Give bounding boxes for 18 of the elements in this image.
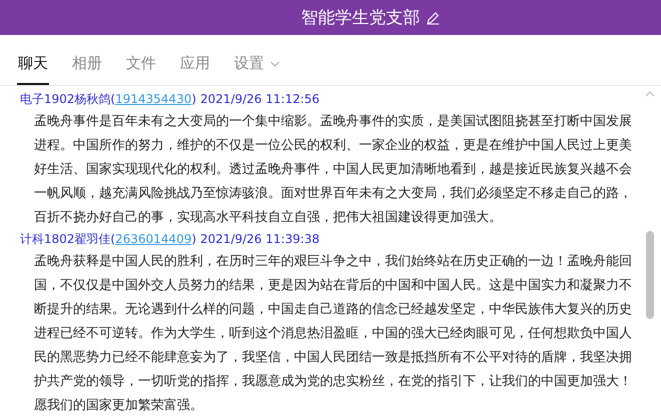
tab[interactable]: 设置: [233, 54, 281, 85]
tab[interactable]: 文件: [125, 54, 157, 85]
message-time: 2021/9/26 11:12:56: [200, 92, 320, 106]
tab[interactable]: 相册: [71, 54, 103, 85]
message-time: 2021/9/26 11:39:38: [200, 232, 320, 246]
message-text: 孟晚舟获释是中国人民的胜利，在历时三年的艰巨斗争之中，我们始终站在历史正确的一边！孟晚舟能回国，不仅仅是中国外交人员努力的结果，更是因为站在背后的中国和中国人民。这是中国实力和凝聚力不断提升的结果。无论遇到什么样的问题，中国走自己道路的信念已经越发坚定，中华民族伟大复兴的历史进程已经不可逆转。作为大学生，听到这个消息热泪盈眶，中国的强大已经肉眼可见，任何想欺负中国人民的黑恶势力已经不能肆意妄为了，我坚信，中国人民团结一致是抵挡所有不公平对待的盾牌，我坚决拥护共产党的领导，一切听党的指挥，我愿意成为党的忠实粉丝，在党的指引下，让我们的中国更加强大！愿我们的国家更加繁荣富强。: [33, 253, 632, 415]
sender-name: 计科1802翟羽佳(: [20, 232, 116, 246]
sender-bracket: ): [192, 92, 196, 106]
pencil-icon[interactable]: [426, 10, 440, 24]
account-link[interactable]: 2636014409: [115, 232, 192, 246]
sender-name: 电子1902杨秋鸽(: [20, 92, 116, 106]
sender-bracket: ): [192, 232, 196, 246]
window-title: 智能学生党支部: [301, 7, 420, 29]
message-text: 孟晚舟事件是百年未有之大变局的一个集中缩影。孟晚舟事件的实质，是美国试图阻挠甚至打断中国发展进程。中国所作的努力，维护的不仅是一位公民的权利、一家企业的权益，更是在维护中国人民过上更美好生活、国家实现现代化的权利。透过孟晚舟事件，中国人民更加清晰地看到，越是接近民族复兴越不会一帆风顺，越充满风险挑战乃至惊涛骇浪。面对世界百年未有之大变局，我们必须坚定不移走自己的路，百折不挠办好自己的事，实现高水平科技自立自强，把伟大祖国建设得更加强大。: [33, 113, 632, 227]
tab[interactable]: 聊天: [17, 54, 49, 85]
chevron-down-icon[interactable]: [270, 60, 280, 66]
account-link[interactable]: 1914354430: [115, 92, 192, 106]
tab[interactable]: 应用: [179, 54, 211, 85]
